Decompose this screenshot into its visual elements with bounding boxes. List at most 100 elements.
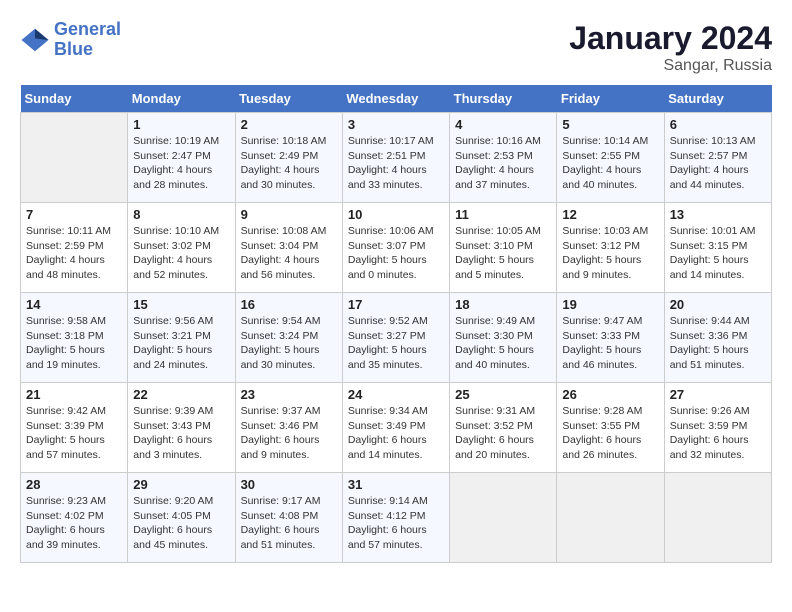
day-number: 24 (348, 387, 444, 402)
day-number: 29 (133, 477, 229, 492)
day-info: Sunrise: 9:31 AMSunset: 3:52 PMDaylight:… (455, 404, 551, 463)
calendar-cell: 24 Sunrise: 9:34 AMSunset: 3:49 PMDayligh… (342, 383, 449, 473)
calendar-table: SundayMondayTuesdayWednesdayThursdayFrid… (20, 85, 772, 563)
calendar-cell: 14 Sunrise: 9:58 AMSunset: 3:18 PMDayligh… (21, 293, 128, 383)
calendar-cell: 4 Sunrise: 10:16 AMSunset: 2:53 PMDayligh… (450, 113, 557, 203)
calendar-cell: 28Sunrise: 9:23 AMSunset: 4:02 PMDayligh… (21, 473, 128, 563)
calendar-cell (664, 473, 771, 563)
day-info: Sunrise: 9:34 AMSunset: 3:49 PMDaylight:… (348, 404, 444, 463)
calendar-cell: 13Sunrise: 10:01 AMSunset: 3:15 PMDaylig… (664, 203, 771, 293)
day-number: 10 (348, 207, 444, 222)
day-number: 16 (241, 297, 337, 312)
calendar-cell (557, 473, 664, 563)
calendar-cell: 30Sunrise: 9:17 AMSunset: 4:08 PMDayligh… (235, 473, 342, 563)
calendar-cell: 17 Sunrise: 9:52 AMSunset: 3:27 PMDayligh… (342, 293, 449, 383)
day-info: Sunrise: 9:20 AMSunset: 4:05 PMDaylight:… (133, 494, 229, 553)
title-block: January 2024 Sangar, Russia (569, 20, 772, 75)
day-number: 19 (562, 297, 658, 312)
calendar-cell: 3 Sunrise: 10:17 AMSunset: 2:51 PMDayligh… (342, 113, 449, 203)
calendar-cell: 5 Sunrise: 10:14 AMSunset: 2:55 PMDayligh… (557, 113, 664, 203)
day-info: Sunrise: 10:17 AMSunset: 2:51 PMDaylight… (348, 134, 444, 193)
day-number: 21 (26, 387, 122, 402)
day-info: Sunrise: 10:03 AMSunset: 3:12 PMDaylight… (562, 224, 658, 283)
day-number: 3 (348, 117, 444, 132)
day-info: Sunrise: 9:49 AMSunset: 3:30 PMDaylight:… (455, 314, 551, 373)
day-info: Sunrise: 10:11 AMSunset: 2:59 PMDaylight… (26, 224, 122, 283)
day-number: 26 (562, 387, 658, 402)
calendar-cell: 25 Sunrise: 9:31 AMSunset: 3:52 PMDayligh… (450, 383, 557, 473)
day-info: Sunrise: 9:14 AMSunset: 4:12 PMDaylight:… (348, 494, 444, 553)
day-info: Sunrise: 10:13 AMSunset: 2:57 PMDaylight… (670, 134, 766, 193)
weekday-header-saturday: Saturday (664, 85, 771, 113)
calendar-cell: 19 Sunrise: 9:47 AMSunset: 3:33 PMDayligh… (557, 293, 664, 383)
day-info: Sunrise: 9:58 AMSunset: 3:18 PMDaylight:… (26, 314, 122, 373)
weekday-header-sunday: Sunday (21, 85, 128, 113)
calendar-cell: 11Sunrise: 10:05 AMSunset: 3:10 PMDaylig… (450, 203, 557, 293)
day-info: Sunrise: 9:37 AMSunset: 3:46 PMDaylight:… (241, 404, 337, 463)
logo-text: General Blue (54, 20, 121, 60)
day-info: Sunrise: 9:39 AMSunset: 3:43 PMDaylight:… (133, 404, 229, 463)
calendar-cell (450, 473, 557, 563)
day-info: Sunrise: 9:26 AMSunset: 3:59 PMDaylight:… (670, 404, 766, 463)
calendar-cell: 1 Sunrise: 10:19 AMSunset: 2:47 PMDayligh… (128, 113, 235, 203)
calendar-cell: 15 Sunrise: 9:56 AMSunset: 3:21 PMDayligh… (128, 293, 235, 383)
day-info: Sunrise: 10:06 AMSunset: 3:07 PMDaylight… (348, 224, 444, 283)
page-header: General Blue January 2024 Sangar, Russia (20, 20, 772, 75)
calendar-cell: 20Sunrise: 9:44 AMSunset: 3:36 PMDayligh… (664, 293, 771, 383)
day-number: 23 (241, 387, 337, 402)
day-number: 5 (562, 117, 658, 132)
day-number: 9 (241, 207, 337, 222)
calendar-cell: 16 Sunrise: 9:54 AMSunset: 3:24 PMDayligh… (235, 293, 342, 383)
calendar-cell: 31 Sunrise: 9:14 AMSunset: 4:12 PMDayligh… (342, 473, 449, 563)
calendar-cell: 12 Sunrise: 10:03 AMSunset: 3:12 PMDaylig… (557, 203, 664, 293)
calendar-cell (21, 113, 128, 203)
day-info: Sunrise: 9:17 AMSunset: 4:08 PMDaylight:… (241, 494, 337, 553)
day-info: Sunrise: 9:44 AMSunset: 3:36 PMDaylight:… (670, 314, 766, 373)
day-number: 12 (562, 207, 658, 222)
weekday-header-wednesday: Wednesday (342, 85, 449, 113)
day-info: Sunrise: 10:19 AMSunset: 2:47 PMDaylight… (133, 134, 229, 193)
day-info: Sunrise: 10:10 AMSunset: 3:02 PMDaylight… (133, 224, 229, 283)
day-info: Sunrise: 9:52 AMSunset: 3:27 PMDaylight:… (348, 314, 444, 373)
day-info: Sunrise: 9:54 AMSunset: 3:24 PMDaylight:… (241, 314, 337, 373)
day-info: Sunrise: 9:47 AMSunset: 3:33 PMDaylight:… (562, 314, 658, 373)
day-number: 14 (26, 297, 122, 312)
calendar-cell: 22 Sunrise: 9:39 AMSunset: 3:43 PMDayligh… (128, 383, 235, 473)
day-number: 22 (133, 387, 229, 402)
logo: General Blue (20, 20, 121, 60)
weekday-header-tuesday: Tuesday (235, 85, 342, 113)
day-number: 1 (133, 117, 229, 132)
day-info: Sunrise: 9:56 AMSunset: 3:21 PMDaylight:… (133, 314, 229, 373)
day-info: Sunrise: 10:14 AMSunset: 2:55 PMDaylight… (562, 134, 658, 193)
month-title: January 2024 (569, 20, 772, 57)
weekday-header-thursday: Thursday (450, 85, 557, 113)
day-number: 4 (455, 117, 551, 132)
day-number: 6 (670, 117, 766, 132)
day-number: 25 (455, 387, 551, 402)
calendar-cell: 18 Sunrise: 9:49 AMSunset: 3:30 PMDayligh… (450, 293, 557, 383)
day-number: 18 (455, 297, 551, 312)
day-number: 31 (348, 477, 444, 492)
weekday-header-monday: Monday (128, 85, 235, 113)
day-number: 28 (26, 477, 122, 492)
day-info: Sunrise: 10:08 AMSunset: 3:04 PMDaylight… (241, 224, 337, 283)
weekday-header-friday: Friday (557, 85, 664, 113)
logo-icon (20, 25, 50, 55)
day-number: 7 (26, 207, 122, 222)
day-number: 2 (241, 117, 337, 132)
day-info: Sunrise: 10:16 AMSunset: 2:53 PMDaylight… (455, 134, 551, 193)
day-number: 15 (133, 297, 229, 312)
day-number: 27 (670, 387, 766, 402)
calendar-cell: 27 Sunrise: 9:26 AMSunset: 3:59 PMDayligh… (664, 383, 771, 473)
day-info: Sunrise: 9:28 AMSunset: 3:55 PMDaylight:… (562, 404, 658, 463)
day-info: Sunrise: 10:18 AMSunset: 2:49 PMDaylight… (241, 134, 337, 193)
day-info: Sunrise: 10:01 AMSunset: 3:15 PMDaylight… (670, 224, 766, 283)
day-number: 17 (348, 297, 444, 312)
calendar-cell: 21Sunrise: 9:42 AMSunset: 3:39 PMDayligh… (21, 383, 128, 473)
day-number: 11 (455, 207, 551, 222)
calendar-cell: 7 Sunrise: 10:11 AMSunset: 2:59 PMDayligh… (21, 203, 128, 293)
calendar-cell: 29 Sunrise: 9:20 AMSunset: 4:05 PMDayligh… (128, 473, 235, 563)
calendar-cell: 8Sunrise: 10:10 AMSunset: 3:02 PMDayligh… (128, 203, 235, 293)
calendar-cell: 10 Sunrise: 10:06 AMSunset: 3:07 PMDaylig… (342, 203, 449, 293)
calendar-cell: 2 Sunrise: 10:18 AMSunset: 2:49 PMDayligh… (235, 113, 342, 203)
